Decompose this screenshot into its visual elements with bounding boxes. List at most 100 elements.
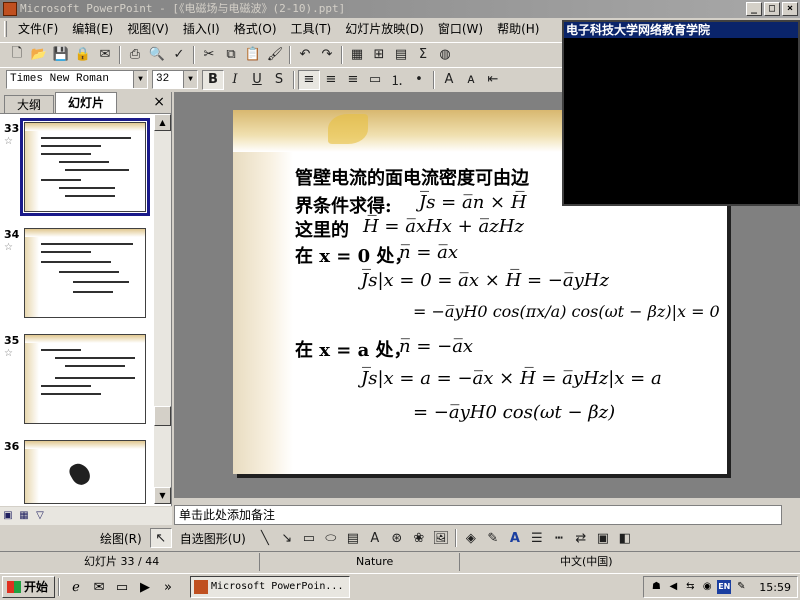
slide-sorter-icon[interactable]: ▦: [16, 508, 32, 524]
3d-style-icon[interactable]: ◧: [614, 528, 636, 548]
taskbar-item-powerpoint[interactable]: Microsoft PowerPoin...: [190, 576, 351, 598]
slide-thumbnail-item[interactable]: 36: [0, 440, 156, 540]
slide-text-line[interactable]: 在 x = 0 处，: [295, 242, 412, 268]
ie-icon[interactable]: ℯ: [66, 577, 86, 597]
font-family-select[interactable]: Times New Roman ▼: [6, 70, 148, 89]
messenger-icon[interactable]: ◉: [700, 580, 714, 594]
distributed-icon[interactable]: ▭: [364, 70, 386, 90]
media-player-icon[interactable]: ▶: [135, 577, 155, 597]
slide-text-line[interactable]: 在 x = a 处，: [295, 336, 412, 362]
outlook-icon[interactable]: ✉: [89, 577, 109, 597]
slide-equation[interactable]: n̅ = −a̅x: [399, 336, 473, 357]
close-pane-icon[interactable]: ×: [153, 94, 165, 110]
picture-icon[interactable]: 🖼: [430, 528, 452, 548]
paste-icon[interactable]: 📋: [242, 45, 264, 65]
menu-help[interactable]: 帮助(H): [490, 19, 546, 39]
slide-thumbnail[interactable]: [24, 440, 146, 504]
quick-launch-more-icon[interactable]: »: [158, 577, 178, 597]
menu-edit[interactable]: 编辑(E): [65, 19, 120, 39]
underline-button[interactable]: U: [246, 70, 268, 90]
scroll-thumb[interactable]: [154, 406, 171, 426]
dash-style-icon[interactable]: ┅: [548, 528, 570, 548]
slide-thumbnail-item[interactable]: 34 ☆: [0, 228, 156, 328]
safely-remove-icon[interactable]: ⇆: [683, 580, 697, 594]
redo-icon[interactable]: ↷: [316, 45, 338, 65]
format-painter-icon[interactable]: 🖌: [264, 45, 286, 65]
dropdown-arrow-icon[interactable]: ▼: [133, 71, 147, 88]
slide-equation[interactable]: = −a̅yH0 cos(ωt − βz): [413, 402, 615, 423]
menu-view[interactable]: 视图(V): [120, 19, 176, 39]
italic-button[interactable]: I: [224, 70, 246, 90]
chart-icon[interactable]: ▦: [346, 45, 368, 65]
clipart-icon[interactable]: ❀: [408, 528, 430, 548]
volume-icon[interactable]: ◀: [666, 580, 680, 594]
menu-tools[interactable]: 工具(T): [284, 19, 339, 39]
menu-insert[interactable]: 插入(I): [176, 19, 227, 39]
wordart-icon[interactable]: A: [364, 528, 386, 548]
select-objects-icon[interactable]: ↖: [149, 528, 172, 548]
autoshapes-menu-button[interactable]: 自选图形(U): [180, 530, 246, 547]
menu-format[interactable]: 格式(O): [227, 19, 284, 39]
line-style-icon[interactable]: ☰: [526, 528, 548, 548]
slides-scrollbar[interactable]: ▲ ▼: [154, 114, 171, 504]
network-icon[interactable]: ☗: [649, 580, 663, 594]
open-icon[interactable]: 📂: [28, 45, 50, 65]
rectangle-icon[interactable]: ▭: [298, 528, 320, 548]
scroll-up-icon[interactable]: ▲: [154, 114, 171, 131]
textbox-icon[interactable]: ▤: [342, 528, 364, 548]
slide-text-line[interactable]: 界条件求得:: [295, 192, 392, 218]
menu-window[interactable]: 窗口(W): [431, 19, 490, 39]
arrow-style-icon[interactable]: ⇄: [570, 528, 592, 548]
align-center-icon[interactable]: ≡: [320, 70, 342, 90]
diagram-icon[interactable]: ⊛: [386, 528, 408, 548]
color-icon[interactable]: ◍: [434, 45, 456, 65]
email-icon[interactable]: ✉: [94, 45, 116, 65]
desktop-icon[interactable]: ▭: [112, 577, 132, 597]
slide-thumbnail[interactable]: [24, 334, 146, 424]
ime-indicator[interactable]: EN: [717, 580, 732, 594]
slide-thumbnail[interactable]: [24, 228, 146, 318]
line-icon[interactable]: ╲: [254, 528, 276, 548]
slide-thumbnail-item[interactable]: 33 ☆: [0, 118, 156, 222]
align-left-icon[interactable]: ≡: [298, 69, 320, 90]
font-color-icon[interactable]: A: [504, 528, 526, 548]
font-size-select[interactable]: 32 ▼: [152, 70, 198, 89]
cut-icon[interactable]: ✂: [198, 45, 220, 65]
start-button[interactable]: 开始: [2, 576, 56, 598]
slide-equation[interactable]: H̅ = a̅xHx + a̅zHz: [363, 216, 524, 237]
bold-button[interactable]: B: [202, 69, 224, 90]
line-color-icon[interactable]: ✎: [482, 528, 504, 548]
lecture-video-window[interactable]: 电子科技大学网络教育学院: [562, 20, 800, 206]
shadow-button[interactable]: S: [268, 70, 290, 90]
fill-color-icon[interactable]: ◈: [460, 528, 482, 548]
draw-menu-button[interactable]: 绘图(R): [100, 530, 142, 547]
slide-thumbnail-item[interactable]: 35 ☆: [0, 334, 156, 434]
menu-file[interactable]: 文件(F): [11, 19, 65, 39]
permission-icon[interactable]: 🔒: [72, 45, 94, 65]
clock[interactable]: 15:59: [759, 581, 791, 594]
close-button[interactable]: ×: [782, 2, 798, 16]
slide-equation[interactable]: J̅s|x = a = −a̅x × H̅ = a̅yHz|x = a: [361, 368, 662, 389]
menu-slideshow[interactable]: 幻灯片放映(D): [338, 19, 431, 39]
slide-equation[interactable]: n̅ = a̅x: [399, 242, 458, 263]
undo-icon[interactable]: ↶: [294, 45, 316, 65]
slide-text-line[interactable]: 管壁电流的面电流密度可由边: [295, 164, 529, 190]
increase-font-icon[interactable]: A: [438, 70, 460, 90]
shadow-style-icon[interactable]: ▣: [592, 528, 614, 548]
spelling-icon[interactable]: ✓: [168, 45, 190, 65]
bullets-icon[interactable]: •: [408, 70, 430, 90]
align-right-icon[interactable]: ≡: [342, 70, 364, 90]
slide-text-line[interactable]: 这里的: [295, 216, 349, 242]
sum-icon[interactable]: Σ: [412, 45, 434, 65]
slide-equation[interactable]: J̅s|x = 0 = a̅x × H̅ = −a̅yHz: [361, 270, 609, 291]
slideshow-view-icon[interactable]: ▽: [32, 508, 48, 524]
slide-equation[interactable]: J̅s = a̅n × H̅: [419, 192, 527, 213]
oval-icon[interactable]: ⬭: [320, 528, 342, 548]
decrease-indent-icon[interactable]: ⇤: [482, 70, 504, 90]
tab-outline[interactable]: 大纲: [4, 95, 55, 113]
table-icon[interactable]: ⊞: [368, 45, 390, 65]
tables-borders-icon[interactable]: ▤: [390, 45, 412, 65]
save-icon[interactable]: 💾: [50, 45, 72, 65]
minimize-button[interactable]: _: [746, 2, 762, 16]
notes-pane[interactable]: 单击此处添加备注: [174, 505, 782, 525]
